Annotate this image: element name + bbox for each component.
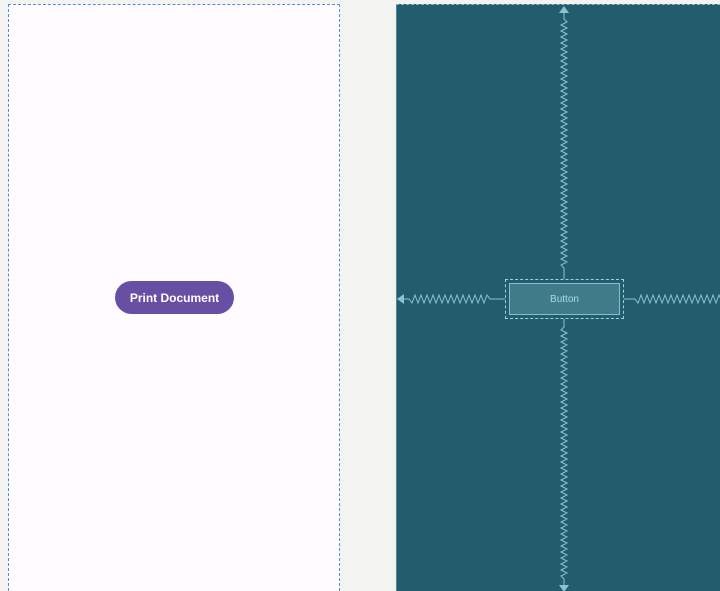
print-document-button[interactable]: Print Document [115,281,234,314]
constraint-left-line[interactable] [403,293,505,305]
blueprint-button-label: Button [509,283,620,315]
constraint-top-icon [559,6,569,13]
constraint-right-line[interactable] [624,293,720,305]
blueprint-surface[interactable]: Button [396,4,720,591]
constraint-top-line[interactable] [559,13,569,279]
layout-editor-canvas: Print Document Button [0,0,720,591]
constraint-bottom-icon [559,585,569,591]
constraint-bottom-line[interactable] [559,319,569,585]
design-surface[interactable]: Print Document [8,4,340,591]
blueprint-button[interactable]: Button [505,279,624,319]
constraint-left-icon [397,294,404,304]
